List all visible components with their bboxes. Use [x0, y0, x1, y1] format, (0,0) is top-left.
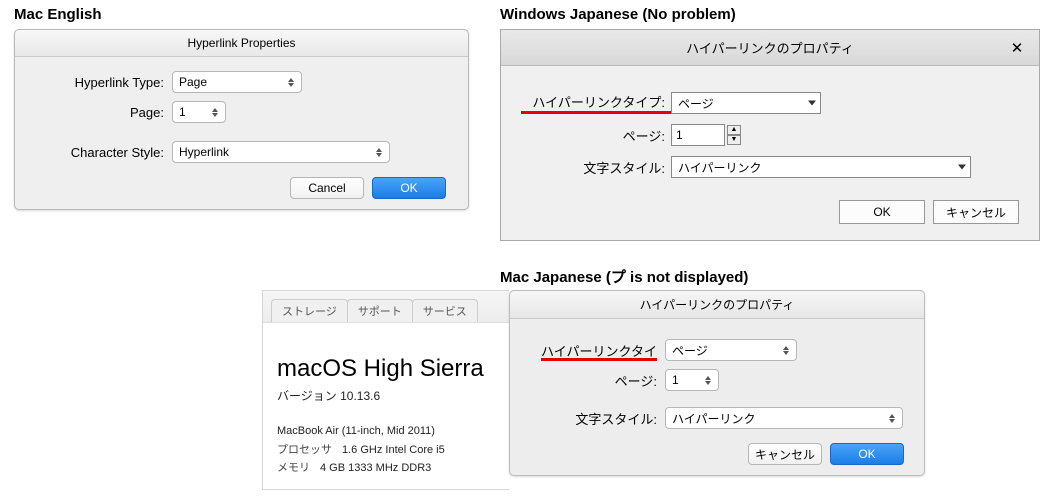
heading-windows-japanese: Windows Japanese (No problem) — [500, 6, 1040, 23]
label-hyperlink-type-truncated: ハイパーリンクタイ — [530, 341, 665, 360]
spinner-value: 1 — [179, 105, 186, 119]
select-value: ハイパーリンク — [672, 410, 756, 427]
dialog-hyperlink-mac-jp: ハイパーリンクのプロパティ ハイパーリンクタイ ページ ページ: 1 文字スタイ… — [509, 290, 925, 476]
ok-button[interactable]: OK — [830, 443, 904, 465]
updown-icon — [285, 75, 297, 89]
ok-button[interactable]: OK — [839, 200, 925, 224]
select-value: ページ — [672, 342, 708, 359]
spin-up-icon[interactable]: ▲ — [727, 125, 741, 135]
cancel-button[interactable]: キャンセル — [933, 200, 1019, 224]
dialog-title: ハイパーリンクのプロパティ — [510, 291, 924, 319]
mem-value: 4 GB 1333 MHz DDR3 — [320, 462, 431, 474]
select-hyperlink-type[interactable]: Page — [172, 71, 302, 93]
close-button[interactable]: ✕ — [1003, 37, 1031, 59]
label-page: ページ: — [530, 371, 665, 390]
spinner-input[interactable] — [671, 124, 725, 146]
close-icon: ✕ — [1011, 39, 1024, 57]
select-value: ハイパーリンク — [678, 159, 762, 176]
label-char-style: 文字スタイル: — [521, 158, 671, 177]
label-hyperlink-type: ハイパーリンクタイプ: — [521, 92, 671, 114]
updown-icon — [780, 343, 792, 357]
about-this-mac-panel: ストレージ サポート サービス macOS High Sierra バージョン … — [262, 290, 509, 490]
cpu-label: プロセッサ — [277, 444, 332, 456]
chevron-down-icon — [958, 165, 966, 170]
spin-down-icon[interactable]: ▼ — [727, 135, 741, 145]
heading-mac-english: Mac English — [14, 6, 469, 23]
mem-label: メモリ — [277, 462, 310, 474]
dialog-hyperlink-mac-en: Hyperlink Properties Hyperlink Type: Pag… — [14, 29, 469, 210]
dialog-title: Hyperlink Properties — [15, 30, 468, 57]
cancel-button[interactable]: キャンセル — [748, 443, 822, 465]
heading-mac-japanese: Mac Japanese (プ is not displayed) — [500, 266, 748, 287]
select-char-style[interactable]: Hyperlink — [172, 141, 390, 163]
label-page: ページ: — [521, 126, 671, 145]
label-char-style: Character Style: — [37, 145, 172, 160]
dialog-hyperlink-win-jp: ハイパーリンクのプロパティ ✕ ハイパーリンクタイプ: ページ ページ: ▲ — [500, 29, 1040, 241]
select-value: Hyperlink — [179, 145, 229, 159]
cancel-button[interactable]: Cancel — [290, 177, 364, 199]
spinner-page[interactable]: ▲ ▼ — [671, 124, 741, 146]
select-hyperlink-type[interactable]: ページ — [665, 339, 797, 361]
spinner-page[interactable]: 1 — [172, 101, 226, 123]
cpu-value: 1.6 GHz Intel Core i5 — [342, 444, 445, 456]
label-page: Page: — [37, 105, 172, 120]
os-version: バージョン 10.13.6 — [277, 387, 499, 404]
tab-service[interactable]: サービス — [412, 299, 478, 322]
select-value: Page — [179, 75, 207, 89]
spinner-page[interactable]: 1 — [665, 369, 719, 391]
label-hyperlink-type: Hyperlink Type: — [37, 75, 172, 90]
select-char-style[interactable]: ハイパーリンク — [671, 156, 971, 178]
model-line: MacBook Air (11-inch, Mid 2011) — [277, 422, 499, 441]
updown-icon — [702, 373, 714, 387]
select-char-style[interactable]: ハイパーリンク — [665, 407, 903, 429]
updown-icon — [209, 105, 221, 119]
os-title: macOS High Sierra — [277, 355, 499, 383]
ok-button[interactable]: OK — [372, 177, 446, 199]
updown-icon — [373, 145, 385, 159]
tab-support[interactable]: サポート — [347, 299, 413, 322]
select-value: ページ — [678, 95, 714, 112]
select-hyperlink-type[interactable]: ページ — [671, 92, 821, 114]
tab-storage[interactable]: ストレージ — [271, 299, 348, 322]
updown-icon — [886, 411, 898, 425]
chevron-down-icon — [808, 101, 816, 106]
spinner-value: 1 — [672, 373, 679, 387]
label-char-style: 文字スタイル: — [530, 409, 665, 428]
dialog-title: ハイパーリンクのプロパティ — [686, 38, 854, 57]
